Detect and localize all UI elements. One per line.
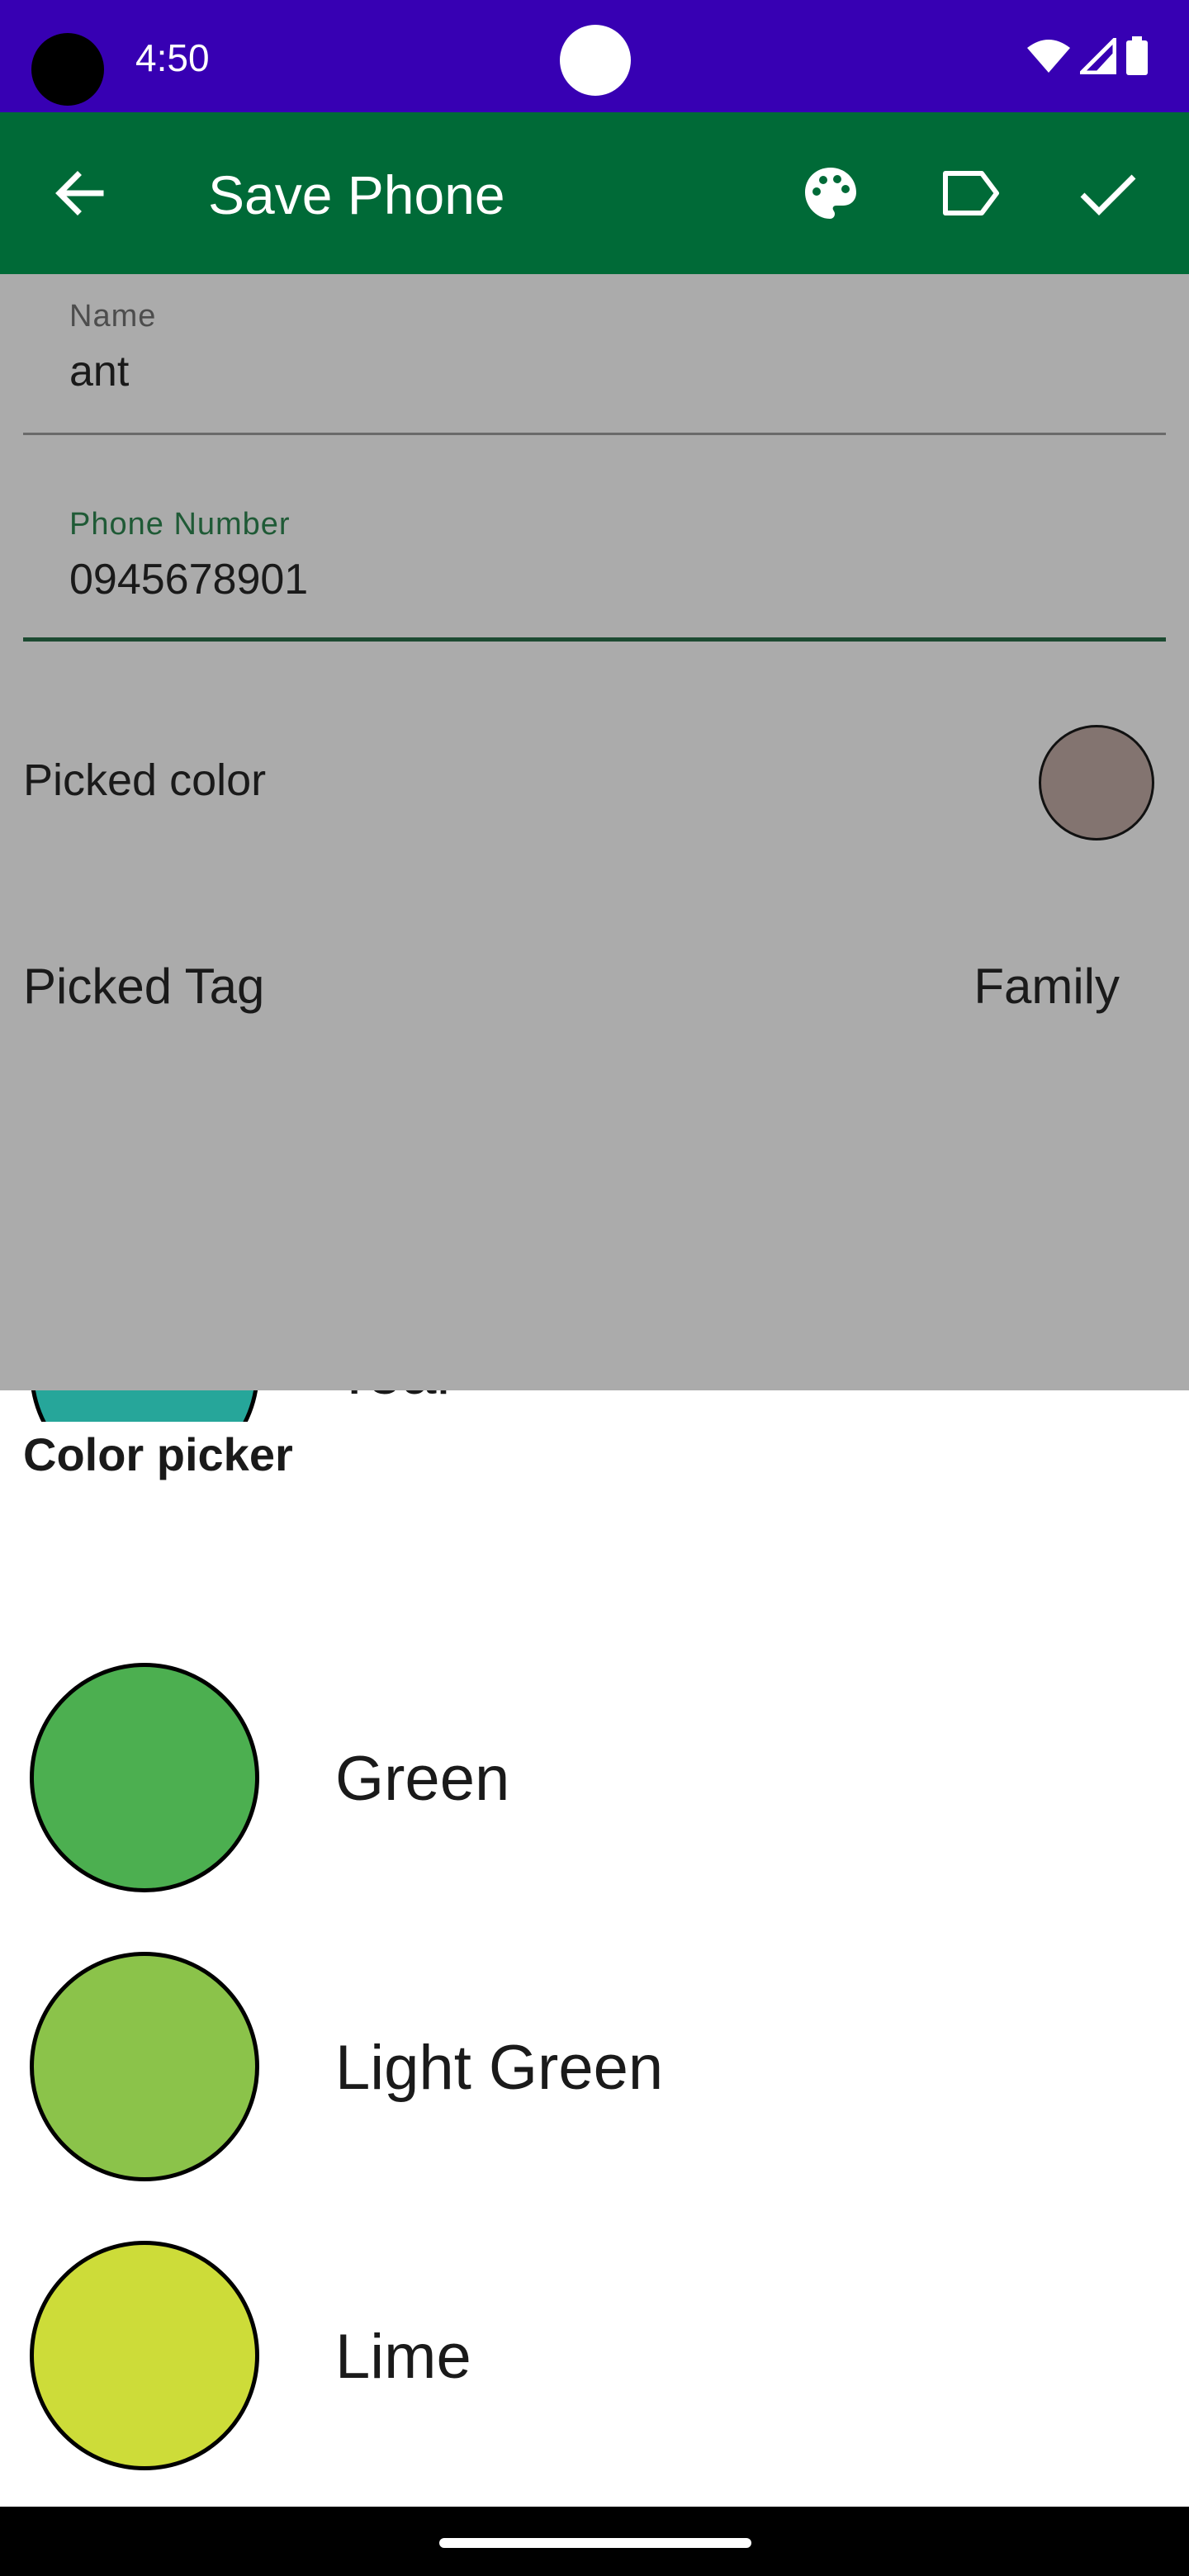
status-bar: 4:50 [0,0,1189,112]
home-handle[interactable] [439,2538,751,2548]
color-picker-button[interactable] [801,163,860,223]
color-item-lime[interactable]: Lime [0,2224,1189,2507]
color-name: Light Green [335,2033,664,2103]
tag-button[interactable] [941,163,1001,223]
back-button[interactable] [50,163,109,223]
navigation-bar [0,2507,1189,2576]
color-item-green[interactable]: Green [0,1646,1189,1935]
color-swatch [30,1952,259,2181]
picked-color-label: Picked color [23,755,267,805]
battery-icon [1125,36,1149,80]
check-icon [1080,174,1136,215]
name-field-value: ant [69,348,130,395]
wifi-icon [1026,38,1072,78]
app-bar: Save Phone [0,112,1189,274]
status-icons [1026,34,1149,81]
name-field-underline [23,433,1166,435]
notification-dot [560,25,631,96]
picked-tag-value[interactable]: Family [973,958,1120,1015]
page-title: Save Phone [208,164,505,225]
status-time: 4:50 [135,36,210,79]
sheet-title: Color picker [23,1422,1179,1488]
color-name: Teal [335,1390,450,1410]
color-name: Green [335,1744,510,1814]
name-field[interactable]: Name ant [23,274,1166,436]
color-item-light-green[interactable]: Light Green [0,1935,1189,2224]
picked-color-swatch[interactable] [1039,725,1154,841]
phone-field-value: 0945678901 [69,556,309,604]
color-list[interactable]: Teal Green Light Green Lime [0,1390,1189,2507]
color-picker-sheet: Teal Green Light Green Lime Color picker [0,1390,1189,2507]
phone-field-underline [23,637,1166,642]
arrow-left-icon [55,171,104,215]
color-swatch [30,2241,259,2470]
tag-icon [943,171,999,215]
camera-cutout [31,33,104,106]
picked-tag-label: Picked Tag [23,959,265,1014]
color-swatch [30,1663,259,1892]
signal-icon [1076,34,1117,78]
palette-icon [805,168,856,219]
color-name: Lime [335,2322,471,2392]
name-field-label: Name [69,299,157,334]
phone-field[interactable]: Phone Number 0945678901 [23,482,1166,644]
save-button[interactable] [1078,163,1138,223]
phone-field-label: Phone Number [69,507,291,542]
